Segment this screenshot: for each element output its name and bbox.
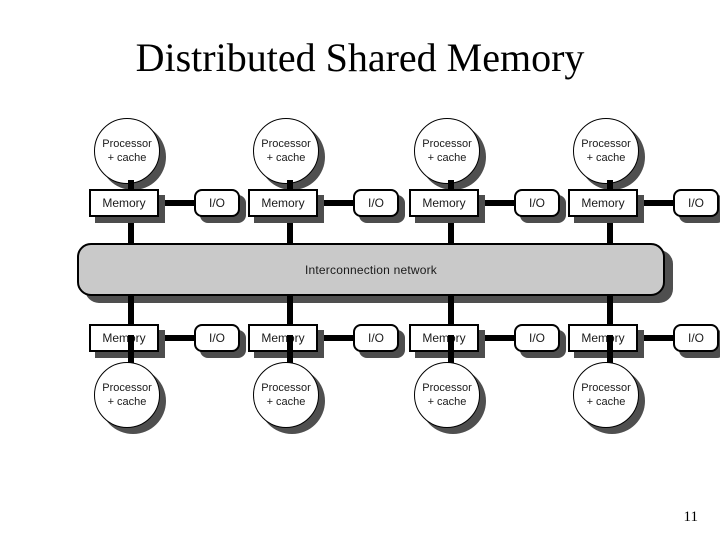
processor-circle-bottom-2[interactable]: Processor + cache bbox=[253, 362, 319, 428]
node-group-bottom-3: Memory I/O Processor + cache bbox=[366, 0, 566, 540]
connector-vertical-circle bbox=[287, 335, 293, 365]
processor-circle-bottom-3[interactable]: Processor + cache bbox=[414, 362, 480, 428]
processor-label-line2: + cache bbox=[107, 396, 147, 408]
memory-box-bottom-2[interactable]: Memory bbox=[248, 324, 318, 352]
memory-box-bottom-4[interactable]: Memory bbox=[568, 324, 638, 352]
connector-vertical-circle bbox=[448, 335, 454, 365]
processor-label-line2: + cache bbox=[586, 396, 626, 408]
node-group-bottom-1: Memory I/O Processor + cache bbox=[46, 0, 246, 540]
node-group-bottom-2: Memory I/O Processor + cache bbox=[205, 0, 405, 540]
processor-label-line1: Processor bbox=[102, 382, 152, 394]
memory-label: Memory bbox=[581, 331, 625, 345]
connector-vertical-circle bbox=[128, 335, 134, 365]
io-label: I/O bbox=[687, 331, 704, 345]
processor-circle-bottom-1[interactable]: Processor + cache bbox=[94, 362, 160, 428]
io-box-bottom-4[interactable]: I/O bbox=[673, 324, 719, 352]
processor-label-line1: Processor bbox=[581, 382, 631, 394]
page-number: 11 bbox=[683, 509, 698, 525]
memory-box-bottom-1[interactable]: Memory bbox=[89, 324, 159, 352]
processor-label-line2: + cache bbox=[266, 396, 306, 408]
memory-label: Memory bbox=[422, 331, 466, 345]
processor-label-line2: + cache bbox=[427, 396, 467, 408]
memory-box-bottom-3[interactable]: Memory bbox=[409, 324, 479, 352]
slide-canvas: Distributed Shared Memory Processor + ca… bbox=[0, 0, 720, 540]
memory-label: Memory bbox=[261, 331, 305, 345]
connector-vertical-circle bbox=[607, 335, 613, 365]
node-group-bottom-4: Memory I/O Processor + cache bbox=[525, 0, 720, 540]
processor-circle-bottom-4[interactable]: Processor + cache bbox=[573, 362, 639, 428]
memory-label: Memory bbox=[102, 331, 146, 345]
distributed-shared-memory-diagram: Processor + cache Memory I/O Processor +… bbox=[0, 0, 720, 540]
processor-label-line1: Processor bbox=[422, 382, 472, 394]
processor-label-line1: Processor bbox=[261, 382, 311, 394]
